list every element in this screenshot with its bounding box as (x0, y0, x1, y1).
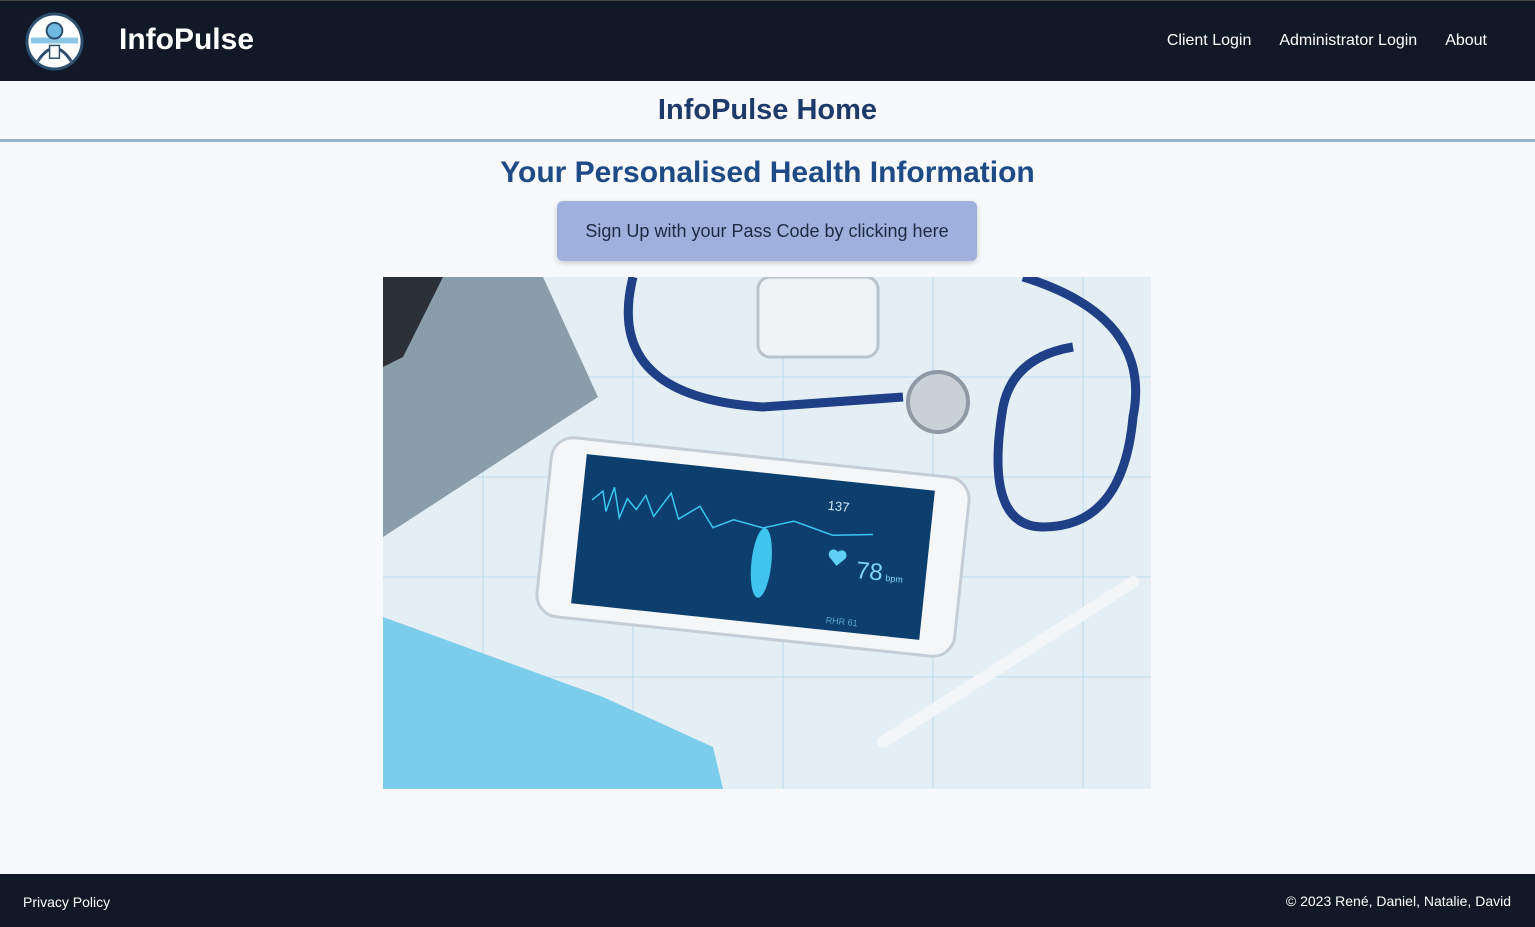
screen-bpm-unit: bpm (885, 573, 903, 585)
copyright: © 2023 René, Daniel, Natalie, David (1285, 893, 1511, 909)
screen-count: 137 (827, 498, 850, 515)
brand-name[interactable]: InfoPulse (119, 23, 254, 57)
administrator-login-link[interactable]: Administrator Login (1279, 32, 1417, 50)
top-navbar: InfoPulse Client Login Administrator Log… (0, 0, 1535, 81)
footer: Privacy Policy © 2023 René, Daniel, Nata… (0, 874, 1535, 927)
logo-icon[interactable] (25, 12, 84, 71)
page-title: InfoPulse Home (657, 94, 878, 126)
screen-bpm: 78 (855, 557, 884, 587)
page-subtitle: Your Personalised Health Information (500, 156, 1035, 189)
signup-button[interactable]: Sign Up with your Pass Code by clicking … (557, 201, 977, 261)
client-login-link[interactable]: Client Login (1167, 32, 1252, 50)
page-header: InfoPulse Home (0, 81, 1535, 142)
privacy-policy-link[interactable]: Privacy Policy (23, 894, 110, 910)
about-link[interactable]: About (1445, 32, 1487, 50)
blood-pressure-monitor (756, 277, 880, 359)
hero-image: 137 78 bpm RHR 61 (383, 277, 1151, 789)
